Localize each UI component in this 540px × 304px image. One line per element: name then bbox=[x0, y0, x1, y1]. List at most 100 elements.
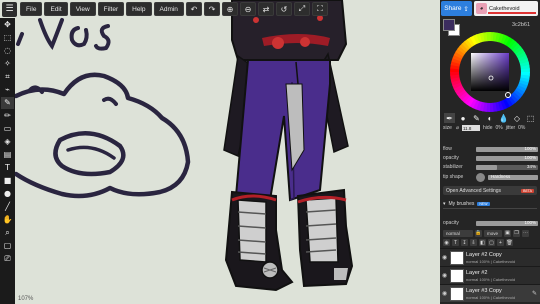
brush-water-icon[interactable]: 💧 bbox=[498, 113, 509, 123]
brush-round-icon[interactable]: ✎ bbox=[471, 113, 482, 123]
menu-hamburger-icon[interactable]: ☰ bbox=[2, 1, 17, 17]
brush-soft-icon[interactable]: ● bbox=[458, 113, 469, 123]
color-wheel[interactable] bbox=[449, 31, 531, 113]
top-menu-bar: ☰ File Edit View Filter Help Admin ↶ ↷ ⊕… bbox=[0, 0, 440, 18]
layer-mask-icon[interactable]: ▢ bbox=[488, 239, 495, 246]
menu-view[interactable]: View bbox=[69, 2, 96, 16]
fullscreen-icon[interactable]: ⛶ bbox=[311, 2, 328, 16]
layer-opacity-slider[interactable]: 100% bbox=[476, 220, 538, 226]
eye-icon[interactable]: ◉ bbox=[442, 254, 448, 261]
swap-icon[interactable]: ⇄ bbox=[257, 2, 274, 16]
eye-icon[interactable]: ◉ bbox=[442, 272, 448, 279]
layer-item[interactable]: ◉ Layer #2 Copy normal 100% | Cakethevoi… bbox=[440, 248, 540, 266]
brush-select-icon[interactable]: ⬚ bbox=[525, 113, 536, 123]
stabilizer-slider[interactable]: 34% bbox=[476, 164, 538, 170]
username: Cakethevoid bbox=[489, 5, 520, 12]
edit-layer-icon[interactable]: ✎ bbox=[532, 290, 537, 297]
folder-icon[interactable]: ▣ bbox=[504, 229, 511, 237]
size-input[interactable]: 11.8 bbox=[462, 125, 481, 131]
zoom-in-icon[interactable]: ⊕ bbox=[221, 2, 238, 16]
more-icon[interactable]: ⋯ bbox=[522, 229, 529, 237]
hardness-slider[interactable]: Hardness bbox=[488, 174, 538, 180]
fill-icon[interactable]: ◈ bbox=[1, 136, 14, 148]
tip-shape-preview[interactable] bbox=[476, 172, 485, 182]
size-lock-icon[interactable]: ⌀ bbox=[456, 125, 459, 131]
flow-slider[interactable]: 100% bbox=[476, 145, 538, 152]
menu-admin[interactable]: Admin bbox=[153, 2, 184, 16]
redo-icon[interactable]: ↷ bbox=[203, 2, 220, 16]
menu-filter[interactable]: Filter bbox=[97, 2, 125, 16]
brush-preset-row: ✒ ● ✎ ◐ 💧 ◇ ⬚ bbox=[442, 112, 538, 124]
blend-mode-select[interactable]: normal bbox=[443, 229, 473, 237]
size-row: size ⌀ 11.8 hide 0% jitter 0% bbox=[443, 124, 538, 132]
comment-icon[interactable]: ▢ bbox=[1, 240, 14, 252]
flow-value: 100% bbox=[524, 145, 536, 151]
text-icon[interactable]: T bbox=[1, 162, 14, 174]
drawing-canvas[interactable]: 107% bbox=[0, 0, 440, 304]
eraser-icon[interactable]: ▭ bbox=[1, 123, 14, 135]
user-box[interactable]: ◕ Cakethevoid bbox=[474, 1, 538, 16]
tip-shape-label: tip shape bbox=[443, 174, 464, 180]
layer-clip-icon[interactable]: ↧ bbox=[461, 239, 468, 246]
user-status-bar bbox=[488, 12, 536, 14]
reference-icon[interactable]: ⎚ bbox=[1, 253, 14, 265]
shape-circle-icon[interactable]: ● bbox=[1, 188, 14, 200]
brush-blend-icon[interactable]: ◐ bbox=[485, 113, 496, 123]
undo-icon[interactable]: ↶ bbox=[185, 2, 202, 16]
menu-help[interactable]: Help bbox=[126, 2, 152, 16]
zoom-tool-icon[interactable]: ⌕ bbox=[1, 227, 14, 239]
layer-list: ◉ Layer #2 Copy normal 100% | Cakethevoi… bbox=[440, 248, 540, 304]
opacity-slider[interactable]: 100% bbox=[476, 155, 538, 161]
share-icon: ⇪ bbox=[463, 5, 469, 13]
stabilizer-row: stabilizer 34% bbox=[443, 163, 538, 171]
brush-pen-icon[interactable]: ✒ bbox=[444, 113, 455, 123]
brush-eraser-icon[interactable]: ◇ bbox=[512, 113, 523, 123]
my-brushes-header[interactable]: ▾ My brushes NEW bbox=[443, 200, 537, 209]
lock-icon[interactable]: 🔒 bbox=[475, 229, 482, 237]
flow-label: flow bbox=[443, 146, 452, 152]
layer-opacity-row: opacity 100% bbox=[443, 219, 538, 227]
delete-layer-icon[interactable]: 🗑 bbox=[506, 239, 513, 246]
layer-item-selected[interactable]: ◉ Layer #3 Copy normal 100% | Cakethevoi… bbox=[440, 284, 540, 302]
layer-text-icon[interactable]: T bbox=[452, 239, 459, 246]
brush-icon[interactable]: ✎ bbox=[1, 97, 14, 109]
move-tool-icon[interactable]: ✥ bbox=[1, 19, 14, 31]
layer-merge-icon[interactable]: ⇩ bbox=[470, 239, 477, 246]
eyedropper-icon[interactable]: ⌁ bbox=[1, 84, 14, 96]
move-button[interactable]: move bbox=[484, 229, 502, 237]
share-label: Share bbox=[444, 5, 462, 12]
left-toolbar: ✥ ⬚ ◌ ✧ ⌗ ⌁ ✎ ✏ ▭ ◈ ▤ T ■ ● ╱ ✋ ⌕ ▢ ⎚ bbox=[0, 18, 15, 304]
share-button[interactable]: Share ⇪ bbox=[441, 1, 472, 16]
rotate-icon[interactable]: ↺ bbox=[275, 2, 292, 16]
shape-rect-icon[interactable]: ■ bbox=[1, 175, 14, 187]
magic-wand-icon[interactable]: ✧ bbox=[1, 58, 14, 70]
lasso-icon[interactable]: ◌ bbox=[1, 45, 14, 57]
layer-visibility-icon[interactable]: ◉ bbox=[443, 239, 450, 246]
avatar: ◕ bbox=[476, 3, 487, 14]
crop-icon[interactable]: ⌗ bbox=[1, 71, 14, 83]
advanced-settings-button[interactable]: Open Advanced Settings BETA bbox=[443, 186, 537, 195]
menu-edit[interactable]: Edit bbox=[44, 2, 68, 16]
hex-color-value[interactable]: 3c2b61 bbox=[512, 22, 530, 28]
canvas-artwork bbox=[13, 0, 354, 292]
add-layer-icon[interactable]: + bbox=[497, 239, 504, 246]
stabilizer-label: stabilizer bbox=[443, 164, 463, 170]
tip-shape-row: tip shape Hardness bbox=[443, 172, 538, 182]
flip-icon[interactable]: ⤢ bbox=[293, 2, 310, 16]
select-rect-icon[interactable]: ⬚ bbox=[1, 32, 14, 44]
menu-file[interactable]: File bbox=[20, 2, 43, 16]
primary-color-swatch[interactable] bbox=[443, 19, 455, 31]
pencil-icon[interactable]: ✏ bbox=[1, 110, 14, 122]
hand-icon[interactable]: ✋ bbox=[1, 214, 14, 226]
duplicate-icon[interactable]: ❐ bbox=[513, 229, 520, 237]
layer-info: normal 100% | Cakethevoid bbox=[466, 276, 516, 282]
eye-icon[interactable]: ◉ bbox=[442, 290, 448, 297]
gradient-icon[interactable]: ▤ bbox=[1, 149, 14, 161]
advanced-settings-label: Open Advanced Settings bbox=[446, 187, 502, 194]
line-icon[interactable]: ╱ bbox=[1, 201, 14, 213]
zoom-out-icon[interactable]: ⊖ bbox=[239, 2, 256, 16]
layer-item[interactable]: ◉ Layer #2 normal 100% | Cakethevoid bbox=[440, 266, 540, 284]
opacity-label: opacity bbox=[443, 155, 459, 161]
layer-adjust-icon[interactable]: ◧ bbox=[479, 239, 486, 246]
hide-value: 0% bbox=[495, 125, 503, 131]
